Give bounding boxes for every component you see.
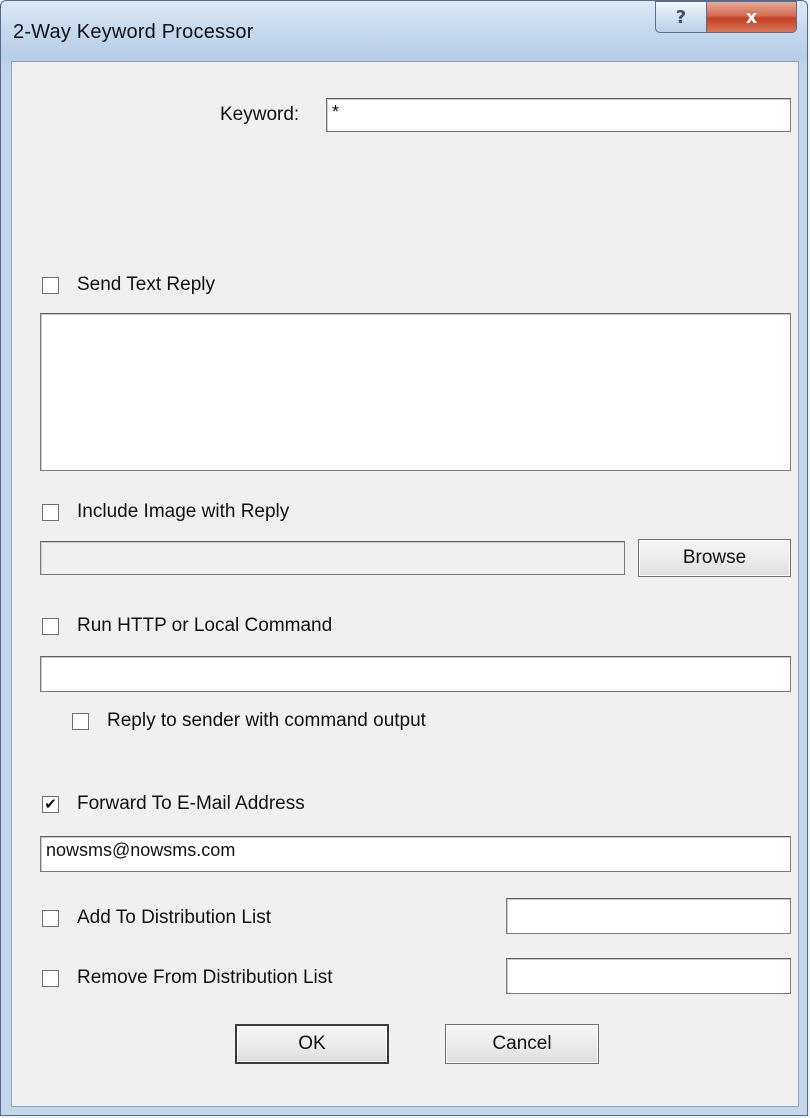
close-button[interactable]: x <box>707 1 797 33</box>
cancel-button[interactable]: Cancel <box>445 1024 599 1064</box>
title-bar[interactable]: 2-Way Keyword Processor ? x <box>1 1 807 61</box>
dialog-window: 2-Way Keyword Processor ? x Keyword: * S… <box>0 0 808 1116</box>
image-path-input[interactable] <box>40 541 625 575</box>
send-text-reply-checkbox[interactable] <box>42 277 59 294</box>
remove-from-list-checkbox[interactable] <box>42 970 59 987</box>
reply-command-output-checkbox[interactable] <box>72 713 89 730</box>
close-icon: x <box>745 6 758 28</box>
email-address-input[interactable]: nowsms@nowsms.com <box>40 836 791 872</box>
dialog-body: Keyword: * Send Text Reply Include Image… <box>11 61 799 1107</box>
help-button[interactable]: ? <box>655 1 707 33</box>
run-command-label: Run HTTP or Local Command <box>77 615 333 636</box>
keyword-label: Keyword: <box>220 104 300 125</box>
include-image-label: Include Image with Reply <box>77 501 290 522</box>
add-to-list-label: Add To Distribution List <box>77 907 271 928</box>
command-input[interactable] <box>40 656 791 692</box>
run-command-checkbox[interactable] <box>42 618 59 635</box>
remove-from-list-label: Remove From Distribution List <box>77 967 333 988</box>
text-reply-textarea[interactable] <box>40 313 791 471</box>
window-title: 2-Way Keyword Processor <box>13 21 254 43</box>
add-to-list-checkbox[interactable] <box>42 910 59 927</box>
forward-email-checkbox[interactable]: ✔ <box>42 796 59 813</box>
keyword-input[interactable]: * <box>326 98 791 132</box>
forward-email-label: Forward To E-Mail Address <box>77 793 305 814</box>
remove-from-list-input[interactable] <box>506 958 791 994</box>
add-to-list-input[interactable] <box>506 898 791 934</box>
ok-button[interactable]: OK <box>235 1024 389 1064</box>
reply-command-output-label: Reply to sender with command output <box>107 710 426 731</box>
browse-button[interactable]: Browse <box>638 539 791 577</box>
send-text-reply-label: Send Text Reply <box>77 274 216 295</box>
include-image-checkbox[interactable] <box>42 504 59 521</box>
help-icon: ? <box>675 6 687 28</box>
